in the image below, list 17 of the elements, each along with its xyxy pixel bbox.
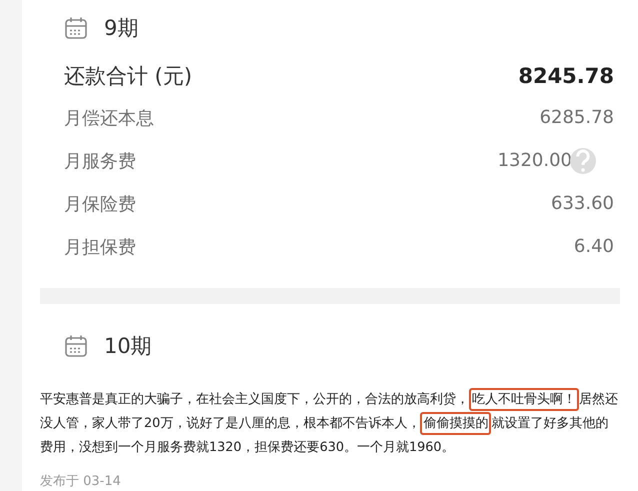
period-title: 10期 <box>104 333 152 360</box>
period-title: 9期 <box>104 15 138 42</box>
total-amount: 8245.78 <box>518 64 614 88</box>
fee-label: 月担保费 <box>64 236 136 258</box>
post-date: 发布于 03-14 <box>40 473 121 490</box>
fee-amount: 633.60 <box>551 193 614 214</box>
fee-label: 月偿还本息 <box>64 106 154 130</box>
help-icon[interactable] <box>570 148 596 174</box>
calendar-icon <box>64 16 88 40</box>
fee-label: 月保险费 <box>64 192 136 216</box>
fee-amount: 1320.00 <box>498 150 572 171</box>
post-text: 平安惠普是真正的大骗子，在社会主义国度下，公开的，合法的放高利贷， 吃人不吐骨头啊！ 居然还没人管，家人带了20万，说好了是八厘的息，根本都不告诉本人， 偷偷摸摸的 就设置了好多其他的费用，没想到一个月服务费就1320，担保费还要630。一个月就1960。 <box>40 388 618 460</box>
fee-amount: 6285.78 <box>540 107 614 128</box>
fee-amount: 6.40 <box>574 236 614 257</box>
total-label: 还款合计 (元) <box>64 63 192 90</box>
calendar-icon <box>64 334 88 358</box>
fee-label: 月服务费 <box>64 150 136 172</box>
